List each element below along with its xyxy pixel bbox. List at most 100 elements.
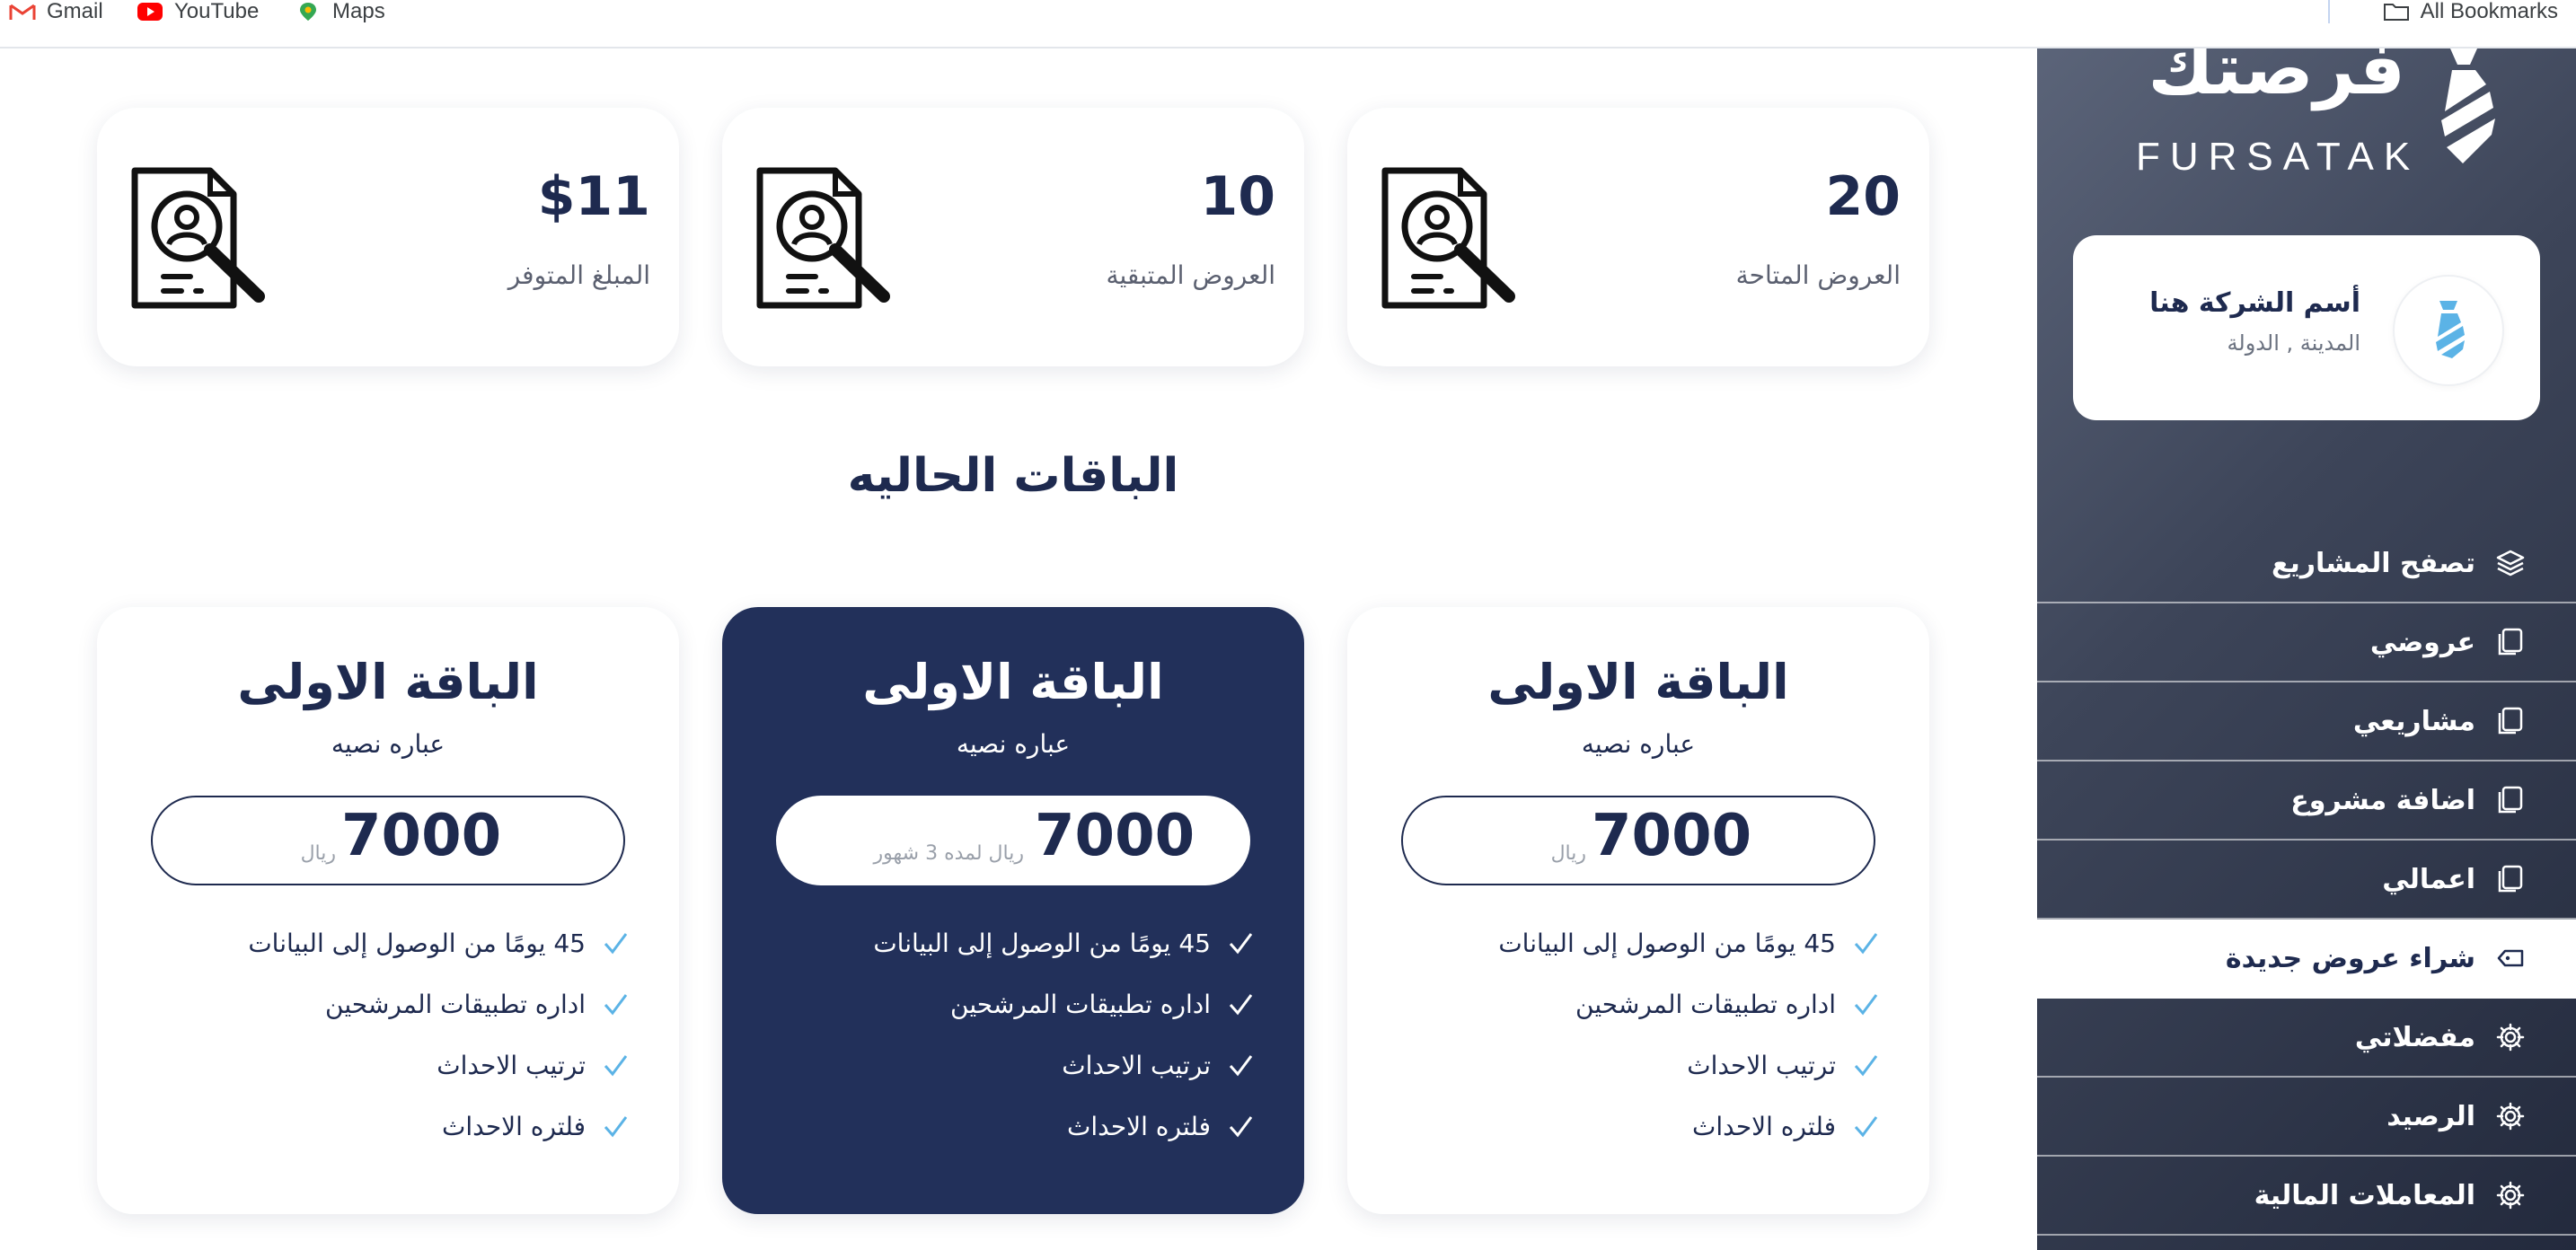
package-subtitle: عباره نصيه [331, 729, 446, 759]
feature-text: ترتيب الاحداث [1062, 1050, 1211, 1080]
layers-icon [2496, 550, 2525, 577]
stat-card-remaining: 10 العروض المتبقية [722, 108, 1304, 366]
package-feature: اداره تطبيقات المرشحين [1376, 973, 1879, 1034]
feature-text: اداره تطبيقات المرشحين [1575, 989, 1836, 1019]
sidebar-item-label: شراء عروض جديدة [2225, 942, 2475, 974]
check-icon [1854, 1055, 1878, 1077]
sidebar-item-my-offers[interactable]: عروضي [2037, 603, 2576, 682]
check-icon [1229, 933, 1253, 955]
gear-icon [2496, 1181, 2525, 1210]
sidebar-item-label: مفضلاتي [2354, 1021, 2475, 1053]
sidebar-item-label: تصفح المشاريع [2272, 547, 2475, 579]
tag-icon [2497, 949, 2524, 967]
document-icon [2498, 707, 2523, 735]
bookmarks-bar: Gmail YouTube Maps All Bookmarks [0, 0, 2576, 48]
package-price: 7000 [1035, 803, 1195, 869]
check-icon [604, 1055, 628, 1077]
tie-icon [2436, 301, 2465, 358]
sidebar-item-balance[interactable]: الرصيد [2037, 1078, 2576, 1157]
package-feature-list: 45 يومًا من الوصول إلى البيانات اداره تط… [751, 912, 1254, 1157]
package-price-pill[interactable]: 7000 ريال [151, 796, 625, 885]
document-icon [2498, 865, 2523, 893]
check-icon [1854, 1116, 1878, 1138]
stat-label: العروض المتبقية [1106, 260, 1275, 290]
tie-logo-icon [2441, 48, 2495, 163]
feature-text: ترتيب الاحداث [1687, 1050, 1836, 1080]
all-bookmarks-label: All Bookmarks [2420, 0, 2558, 23]
package-feature: فلتره الاحداث [126, 1096, 629, 1157]
feature-text: اداره تطبيقات المرشحين [325, 989, 586, 1019]
check-icon [604, 933, 628, 955]
package-price: 7000 [341, 803, 502, 869]
resume-search-icon [131, 167, 265, 309]
package-feature-list: 45 يومًا من الوصول إلى البيانات اداره تط… [126, 912, 629, 1157]
logo-arabic: فرصتك [2148, 48, 2405, 110]
package-title: الباقة الاولى [862, 654, 1164, 710]
sidebar-item-browse-projects[interactable]: تصفح المشاريع [2037, 524, 2576, 603]
package-feature: 45 يومًا من الوصول إلى البيانات [126, 912, 629, 973]
package-feature: ترتيب الاحداث [1376, 1034, 1879, 1096]
package-price-unit: ريال [1550, 842, 1586, 865]
feature-text: اداره تطبيقات المرشحين [950, 989, 1211, 1019]
package-price: 7000 [1592, 803, 1752, 869]
check-icon [604, 994, 628, 1016]
check-icon [604, 1116, 628, 1138]
company-profile-card[interactable]: أسم الشركة هنا المدينة , الدولة [2073, 235, 2540, 420]
sidebar-item-add-project[interactable]: اضافة مشروع [2037, 761, 2576, 841]
resume-search-icon [1381, 167, 1515, 309]
sidebar-item-label: اضافة مشروع [2290, 784, 2475, 816]
package-subtitle: عباره نصيه [956, 729, 1071, 759]
sidebar: فرصتك FURSATAK أسم الشركة هنا المدينة , … [2037, 48, 2576, 1250]
check-icon [1229, 1116, 1253, 1138]
package-title: الباقة الاولى [237, 654, 539, 710]
stat-value: 10 [1200, 165, 1276, 228]
sidebar-item-label: عروضي [2369, 626, 2475, 658]
main-content: $11 المبلغ المتوفر 10 العروض المتبقية 20… [0, 48, 2037, 1250]
sidebar-item-transactions[interactable]: المعاملات المالية [2037, 1157, 2576, 1236]
stat-card-balance: $11 المبلغ المتوفر [97, 108, 679, 366]
package-price-pill[interactable]: 7000 ريال [1401, 796, 1875, 885]
bookmark-maps[interactable]: Maps [295, 0, 385, 23]
bookmark-gmail[interactable]: Gmail [9, 0, 103, 23]
package-feature: 45 يومًا من الوصول إلى البيانات [1376, 912, 1879, 973]
package-feature: فلتره الاحداث [751, 1096, 1254, 1157]
sidebar-item-label: المعاملات المالية [2254, 1179, 2475, 1211]
package-card[interactable]: الباقة الاولى عباره نصيه 7000 ريال 45 يو… [1347, 607, 1929, 1214]
feature-text: فلتره الاحداث [1066, 1111, 1211, 1141]
feature-text: ترتيب الاحداث [437, 1050, 586, 1080]
sidebar-menu: تصفح المشاريع عروضي مشاريعي اضافة مشروع [2037, 524, 2576, 1236]
folder-icon [2383, 4, 2409, 21]
package-feature: اداره تطبيقات المرشحين [751, 973, 1254, 1034]
bookmark-youtube[interactable]: YouTube [137, 0, 259, 23]
feature-text: فلتره الاحداث [441, 1111, 586, 1141]
feature-text: 45 يومًا من الوصول إلى البيانات [1498, 928, 1836, 958]
check-icon [1854, 994, 1878, 1016]
sidebar-item-label: مشاريعي [2352, 705, 2475, 737]
bookmark-label: Gmail [47, 0, 103, 23]
all-bookmarks-button[interactable]: All Bookmarks [2383, 0, 2558, 23]
stat-label: العروض المتاحة [1735, 260, 1901, 290]
check-icon [1854, 933, 1878, 955]
avatar [2395, 277, 2502, 384]
package-price-pill[interactable]: 7000 ريال لمده 3 شهور [776, 796, 1250, 885]
sidebar-item-buy-offers[interactable]: شراء عروض جديدة [2037, 920, 2576, 999]
check-icon [1229, 994, 1253, 1016]
sidebar-item-my-projects[interactable]: مشاريعي [2037, 682, 2576, 761]
gear-icon [2496, 1023, 2525, 1052]
bookmarks-divider [2328, 0, 2330, 23]
gmail-icon [9, 4, 36, 20]
youtube-icon [137, 3, 163, 21]
package-card[interactable]: الباقة الاولى عباره نصيه 7000 ريال 45 يو… [97, 607, 679, 1214]
stat-value: 20 [1825, 165, 1901, 228]
sidebar-item-my-works[interactable]: اعمالي [2037, 841, 2576, 920]
feature-text: 45 يومًا من الوصول إلى البيانات [873, 928, 1211, 958]
package-card-featured[interactable]: الباقة الاولى عباره نصيه 7000 ريال لمده … [722, 607, 1304, 1214]
resume-search-icon [756, 167, 890, 309]
sidebar-item-label: اعمالي [2382, 863, 2475, 895]
fursatak-logo[interactable]: فرصتك FURSATAK [2136, 48, 2567, 183]
logo-english: FURSATAK [2136, 135, 2421, 179]
sidebar-item-favorites[interactable]: مفضلاتي [2037, 999, 2576, 1078]
gear-icon [2496, 1102, 2525, 1131]
document-icon [2498, 628, 2523, 656]
company-location: المدينة , الدولة [2227, 330, 2360, 356]
